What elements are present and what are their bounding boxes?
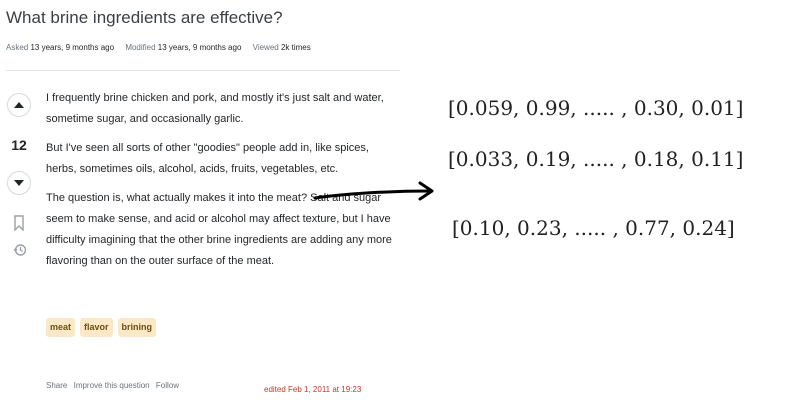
share-link[interactable]: Share (46, 381, 67, 390)
right-arrow-icon (313, 181, 434, 201)
embedding-vector: [0.033, 0.19, ..... , 0.18, 0.11] (448, 147, 744, 171)
viewed-value: 2k times (280, 43, 311, 52)
header-divider (6, 70, 400, 71)
tag-flavor[interactable]: flavor (80, 318, 113, 337)
viewed-label: Viewed (252, 43, 279, 52)
body-paragraph: I frequently brine chicken and pork, and… (46, 92, 384, 125)
upvote-button[interactable] (7, 93, 31, 117)
arrow-up-icon (14, 102, 24, 108)
tag-meat[interactable]: meat (46, 318, 76, 337)
improve-question-link[interactable]: Improve this question (74, 381, 150, 390)
tag-brining[interactable]: brining (117, 318, 157, 337)
follow-link[interactable]: Follow (156, 381, 179, 390)
bookmark-icon[interactable] (13, 215, 25, 231)
history-icon[interactable] (13, 243, 27, 257)
post-actions: Share Improve this question Follow (46, 381, 183, 390)
question-meta: Asked 13 years, 9 months ago Modified 13… (6, 43, 320, 52)
embedding-vector: [0.059, 0.99, ..... , 0.30, 0.01] (448, 96, 744, 120)
body-paragraph: But I've seen all sorts of other "goodie… (46, 142, 369, 175)
embedding-vector: [0.10, 0.23, ..... , 0.77, 0.24] (452, 216, 735, 240)
modified-value[interactable]: 13 years, 9 months ago (158, 43, 242, 52)
asked-label: Asked (6, 43, 29, 52)
vote-count: 12 (11, 137, 27, 153)
tag-list: meat flavor brining (46, 318, 157, 337)
arrow-down-icon (14, 180, 24, 186)
edited-link[interactable]: edited Feb 1, 2011 at 19:23 (264, 385, 361, 394)
modified-label: Modified (125, 43, 156, 52)
downvote-button[interactable] (7, 171, 31, 195)
asked-value: 13 years, 9 months ago (30, 43, 115, 52)
question-title[interactable]: What brine ingredients are effective? (6, 8, 283, 28)
